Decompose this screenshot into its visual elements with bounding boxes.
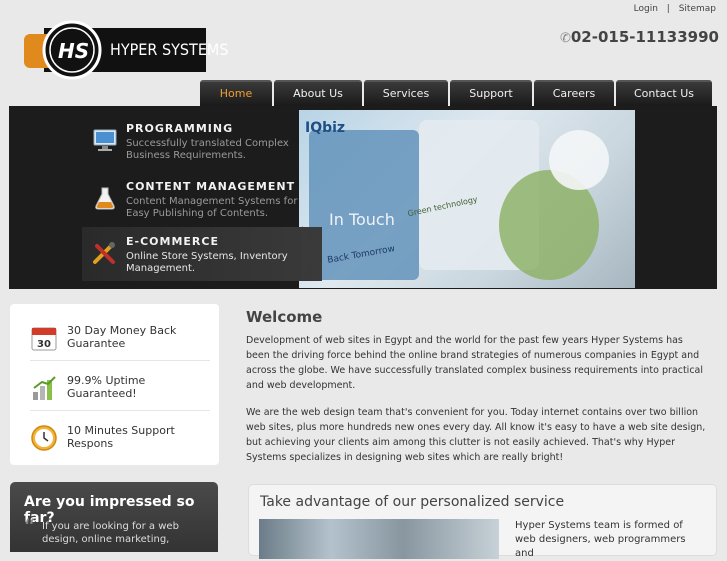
main-nav: Home About Us Services Support Careers C…: [200, 80, 712, 106]
banner-item-desc: Online Store Systems, Inventory Manageme…: [126, 251, 288, 274]
welcome-paragraph-2: We are the web design team that's conven…: [246, 407, 706, 463]
banner-item-e-commerce[interactable]: E-COMMERCE Online Store Systems, Invento…: [82, 227, 322, 281]
banner-item-title: CONTENT MANAGEMENT: [126, 180, 296, 193]
banner-selected-arrow: [302, 226, 318, 280]
photo-glare: [549, 130, 609, 190]
phone-number: ✆02-015-11133990: [560, 28, 719, 46]
phone-icon: ✆: [559, 31, 571, 46]
tab-about-us[interactable]: About Us: [274, 80, 362, 106]
tab-home[interactable]: Home: [200, 80, 272, 106]
monitor-icon: [93, 129, 117, 151]
calendar-day: 30: [37, 339, 51, 350]
banner-item-desc: Successfully translated Complex Business…: [126, 138, 289, 161]
banner-item-programming[interactable]: PROGRAMMING Successfully translated Comp…: [82, 114, 322, 168]
feature-text: 10 Minutes Support Respons: [67, 424, 175, 450]
service-image: [259, 519, 499, 559]
sitemap-link[interactable]: Sitemap: [679, 4, 716, 14]
banner-item-title: PROGRAMMING: [126, 122, 234, 135]
flask-icon: [95, 187, 115, 210]
link-separator: |: [666, 4, 670, 14]
feature-item: 30 30 Day Money Back Guarantee: [30, 320, 210, 361]
impressed-text: If you are looking for a web design, onl…: [42, 521, 179, 545]
svg-text:HS: HS: [58, 39, 89, 63]
feature-item: 10 Minutes Support Respons: [30, 420, 210, 460]
logo-text: HYPER SYSTEMS: [110, 40, 229, 59]
feature-item: 99.9% Uptime Guaranteed!: [30, 370, 210, 411]
service-box: Take advantage of our personalized servi…: [248, 484, 717, 559]
tab-contact-us[interactable]: Contact Us: [616, 80, 712, 106]
bar-chart-icon: [33, 376, 56, 400]
top-links: Login | Sitemap: [631, 4, 719, 14]
tab-support[interactable]: Support: [450, 80, 532, 106]
feature-text: 30 Day Money Back Guarantee: [67, 324, 177, 350]
feature-text: 99.9% Uptime Guaranteed!: [67, 374, 146, 400]
welcome-paragraph-1: Development of web sites in Egypt and th…: [246, 335, 703, 391]
photo-word-b: In Touch: [329, 210, 395, 229]
calendar-icon: 30: [31, 327, 57, 351]
phone-text: 02-015-11133990: [570, 28, 719, 46]
login-link[interactable]: Login: [634, 4, 658, 14]
impressed-box: Are you impressed so far? “ If you are l…: [10, 482, 218, 552]
quote-icon: “: [24, 516, 36, 541]
welcome-title: Welcome: [246, 308, 323, 326]
tools-icon: [93, 242, 115, 264]
clock-icon: [31, 425, 57, 451]
service-text: Hyper Systems team is formed of web desi…: [515, 520, 686, 559]
banner-item-desc: Content Management Systems for Easy Publ…: [126, 196, 298, 219]
banner-item-title: E-COMMERCE: [126, 235, 219, 248]
features-box: 30 30 Day Money Back Guarantee 99.9% Upt…: [10, 304, 219, 465]
banner-photo: IQbiz In Touch Green technology Back Tom…: [299, 110, 635, 288]
tab-careers[interactable]: Careers: [534, 80, 614, 106]
service-title: Take advantage of our personalized servi…: [260, 494, 565, 510]
banner-item-content-management[interactable]: CONTENT MANAGEMENT Content Management Sy…: [82, 172, 322, 226]
tab-services[interactable]: Services: [364, 80, 448, 106]
